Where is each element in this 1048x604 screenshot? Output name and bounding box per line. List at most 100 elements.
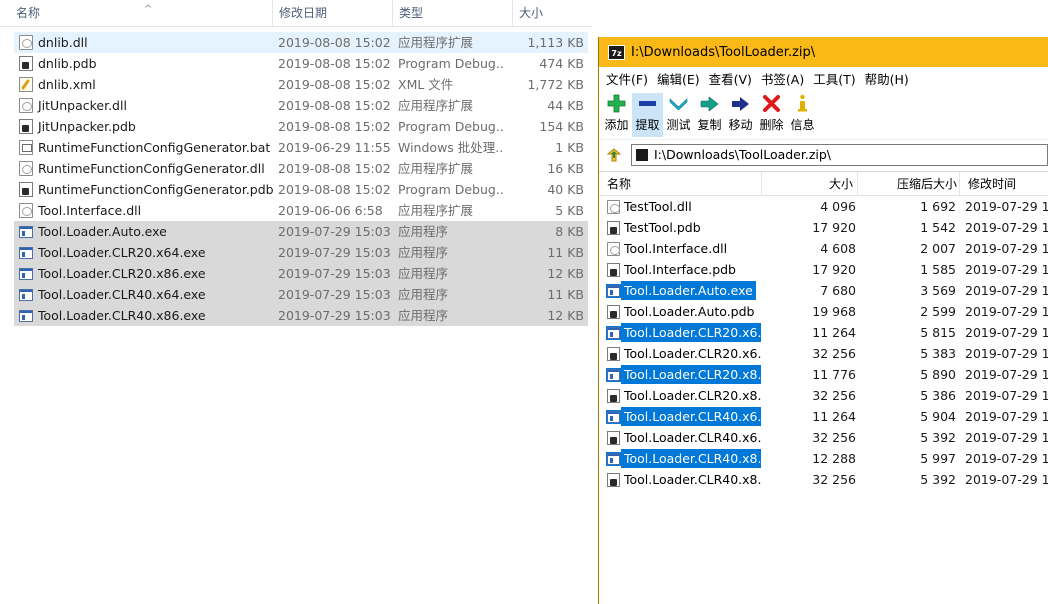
archive-row[interactable]: TestTool.pdb 17 920 1 542 2019-07-29 15 [599, 217, 1048, 238]
pdb-icon [607, 347, 620, 361]
file-name: RuntimeFunctionConfigGenerator.dll [38, 161, 265, 176]
archive-file-packed-size: 5 383 [920, 346, 956, 361]
archive-row[interactable]: Tool.Loader.CLR40.x8... 32 256 5 392 2019-0… [599, 469, 1048, 490]
archive-file-name: Tool.Loader.CLR20.x6... [621, 323, 761, 342]
archive-file-modified: 2019-07-29 15 [965, 451, 1048, 466]
archive-row[interactable]: Tool.Loader.CLR20.x8... 11 776 5 890 2019-0… [599, 364, 1048, 385]
file-row[interactable]: Tool.Loader.Auto.exe 2019-07-29 15:03 应用程序… [14, 221, 588, 242]
dll-icon [19, 161, 33, 176]
file-name: Tool.Loader.CLR40.x86.exe [38, 308, 206, 323]
file-modified-date: 2019-08-08 15:02 [278, 182, 391, 197]
menu-bar: 文件(F) 编辑(E) 查看(V) 书签(A) 工具(T) 帮助(H) [599, 67, 1048, 89]
file-row[interactable]: Tool.Loader.CLR20.x64.exe 2019-07-29 15:0… [14, 242, 588, 263]
file-row[interactable]: Tool.Loader.CLR40.x86.exe 2019-07-29 15:0… [14, 305, 588, 326]
archive-file-packed-size: 1 542 [920, 220, 956, 235]
file-modified-date: 2019-07-29 15:03 [278, 245, 391, 260]
archive-file-name: Tool.Loader.CLR40.x8... [621, 449, 761, 468]
file-name: Tool.Loader.CLR20.x86.exe [38, 266, 206, 281]
menu-item[interactable]: 查看(V) [706, 69, 758, 88]
menu-item[interactable]: 文件(F) [603, 69, 654, 88]
menu-item[interactable]: 书签(A) [758, 69, 810, 88]
file-row[interactable]: dnlib.dll 2019-08-08 15:02 应用程序扩展 1,113 KB [14, 32, 588, 53]
title-bar[interactable]: 7z I:\Downloads\ToolLoader.zip\ [599, 37, 1048, 67]
archive-row[interactable]: TestTool.dll 4 096 1 692 2019-07-29 15 [599, 196, 1048, 217]
archive-file-size: 17 920 [812, 220, 856, 235]
archive-file-packed-size: 3 569 [920, 283, 956, 298]
file-row[interactable]: RuntimeFunctionConfigGenerator.dll 2019-0… [14, 158, 588, 179]
file-row[interactable]: RuntimeFunctionConfigGenerator.pdb 2019-0… [14, 179, 588, 200]
pdb-icon [607, 389, 620, 403]
file-name: dnlib.xml [38, 77, 96, 92]
archive-row[interactable]: Tool.Loader.CLR20.x8... 32 256 5 386 2019-0… [599, 385, 1048, 406]
file-row[interactable]: Tool.Interface.dll 2019-06-06 6:58 应用程序扩展 5… [14, 200, 588, 221]
archive-row[interactable]: Tool.Loader.CLR40.x8... 12 288 5 997 2019-0… [599, 448, 1048, 469]
exe-icon [606, 284, 621, 298]
file-explorer-pane: 名称 ^ 修改日期 类型 大小 dnlib.dll 2019-08-08 15:0… [0, 0, 600, 604]
address-bar: I:\Downloads\ToolLoader.zip\ [599, 139, 1048, 169]
file-type: 应用程序 [398, 287, 449, 302]
toolbar-button[interactable]: 提取 [632, 93, 663, 137]
column-header-size[interactable]: 大小 [512, 0, 592, 27]
column-header-type[interactable]: 类型 [392, 0, 512, 27]
file-name: Tool.Interface.dll [38, 203, 142, 218]
file-size: 1 KB [555, 140, 584, 155]
exe-icon [606, 368, 621, 382]
column-header-name[interactable]: 名称 [607, 172, 761, 196]
file-modified-date: 2019-06-29 11:55 [278, 140, 391, 155]
menu-item[interactable]: 编辑(E) [654, 69, 706, 88]
file-row[interactable]: Tool.Loader.CLR20.x86.exe 2019-07-29 15:0… [14, 263, 588, 284]
column-header-date[interactable]: 修改日期 [272, 0, 392, 27]
archive-row[interactable]: Tool.Loader.CLR40.x6... 32 256 5 392 2019-0… [599, 427, 1048, 448]
toolbar-button[interactable]: 移动 [725, 93, 756, 137]
extract-icon [639, 101, 656, 106]
file-type: 应用程序 [398, 308, 449, 323]
address-input[interactable]: I:\Downloads\ToolLoader.zip\ [630, 143, 1048, 166]
up-folder-button[interactable] [603, 145, 625, 165]
column-header-name[interactable]: 名称 ^ [10, 0, 272, 27]
menu-item[interactable]: 工具(T) [810, 69, 861, 88]
archive-row[interactable]: Tool.Interface.pdb 17 920 1 585 2019-07-29 … [599, 259, 1048, 280]
archive-file-packed-size: 5 815 [920, 325, 956, 340]
dll-icon [19, 98, 33, 113]
file-modified-date: 2019-08-08 15:02 [278, 35, 391, 50]
file-row[interactable]: JitUnpacker.pdb 2019-08-08 15:02 Program D… [14, 116, 588, 137]
file-row[interactable]: JitUnpacker.dll 2019-08-08 15:02 应用程序扩展 44 … [14, 95, 588, 116]
file-row[interactable]: dnlib.xml 2019-08-08 15:02 XML 文件 1,772 KB [14, 74, 588, 95]
toolbar-button[interactable]: 测试 [663, 93, 694, 137]
column-header-modified[interactable]: 修改时间 [959, 172, 1048, 196]
column-header-packed-size[interactable]: 压缩后大小 [857, 172, 959, 196]
exe-icon [606, 452, 621, 466]
file-modified-date: 2019-07-29 15:03 [278, 287, 391, 302]
toolbar-button[interactable]: 复制 [694, 93, 725, 137]
archive-rows: TestTool.dll4 0961 6922019-07-29 15TestT… [599, 196, 1048, 490]
archive-file-packed-size: 5 997 [920, 451, 956, 466]
column-header-size[interactable]: 大小 [761, 172, 857, 196]
archive-file-size: 4 608 [820, 241, 856, 256]
archive-row[interactable]: Tool.Loader.CLR20.x6... 32 256 5 383 2019-0… [599, 343, 1048, 364]
archive-file-size: 12 288 [812, 451, 856, 466]
archive-file-size: 7 680 [820, 283, 856, 298]
explorer-column-header: 名称 ^ 修改日期 类型 大小 [0, 0, 592, 27]
archive-file-packed-size: 5 890 [920, 367, 956, 382]
archive-row[interactable]: Tool.Loader.Auto.exe 7 680 3 569 2019-07-29… [599, 280, 1048, 301]
archive-row[interactable]: Tool.Loader.CLR40.x6... 11 264 5 904 2019-0… [599, 406, 1048, 427]
exe-icon [19, 310, 33, 322]
toolbar-button[interactable]: 信息 [787, 93, 818, 137]
file-size: 11 KB [547, 287, 584, 302]
archive-row[interactable]: Tool.Loader.CLR20.x6... 11 264 5 815 2019-0… [599, 322, 1048, 343]
xml-icon [19, 77, 33, 92]
pdb-icon [19, 56, 33, 71]
file-row[interactable]: dnlib.pdb 2019-08-08 15:02 Program Debug..… [14, 53, 588, 74]
pdb-icon [19, 182, 33, 197]
file-size: 12 KB [547, 308, 584, 323]
archive-row[interactable]: Tool.Loader.Auto.pdb 19 968 2 599 2019-07-2… [599, 301, 1048, 322]
toolbar-button[interactable]: 删除 [756, 93, 787, 137]
archive-row[interactable]: Tool.Interface.dll 4 608 2 007 2019-07-29 1… [599, 238, 1048, 259]
toolbar-button[interactable]: 添加 [601, 93, 632, 137]
pdb-icon [607, 305, 620, 319]
menu-item[interactable]: 帮助(H) [862, 69, 915, 88]
file-row[interactable]: Tool.Loader.CLR40.x64.exe 2019-07-29 15:0… [14, 284, 588, 305]
file-row[interactable]: RuntimeFunctionConfigGenerator.bat 2019-0… [14, 137, 588, 158]
archive-file-packed-size: 2 007 [920, 241, 956, 256]
archive-file-modified: 2019-07-29 15 [965, 367, 1048, 382]
